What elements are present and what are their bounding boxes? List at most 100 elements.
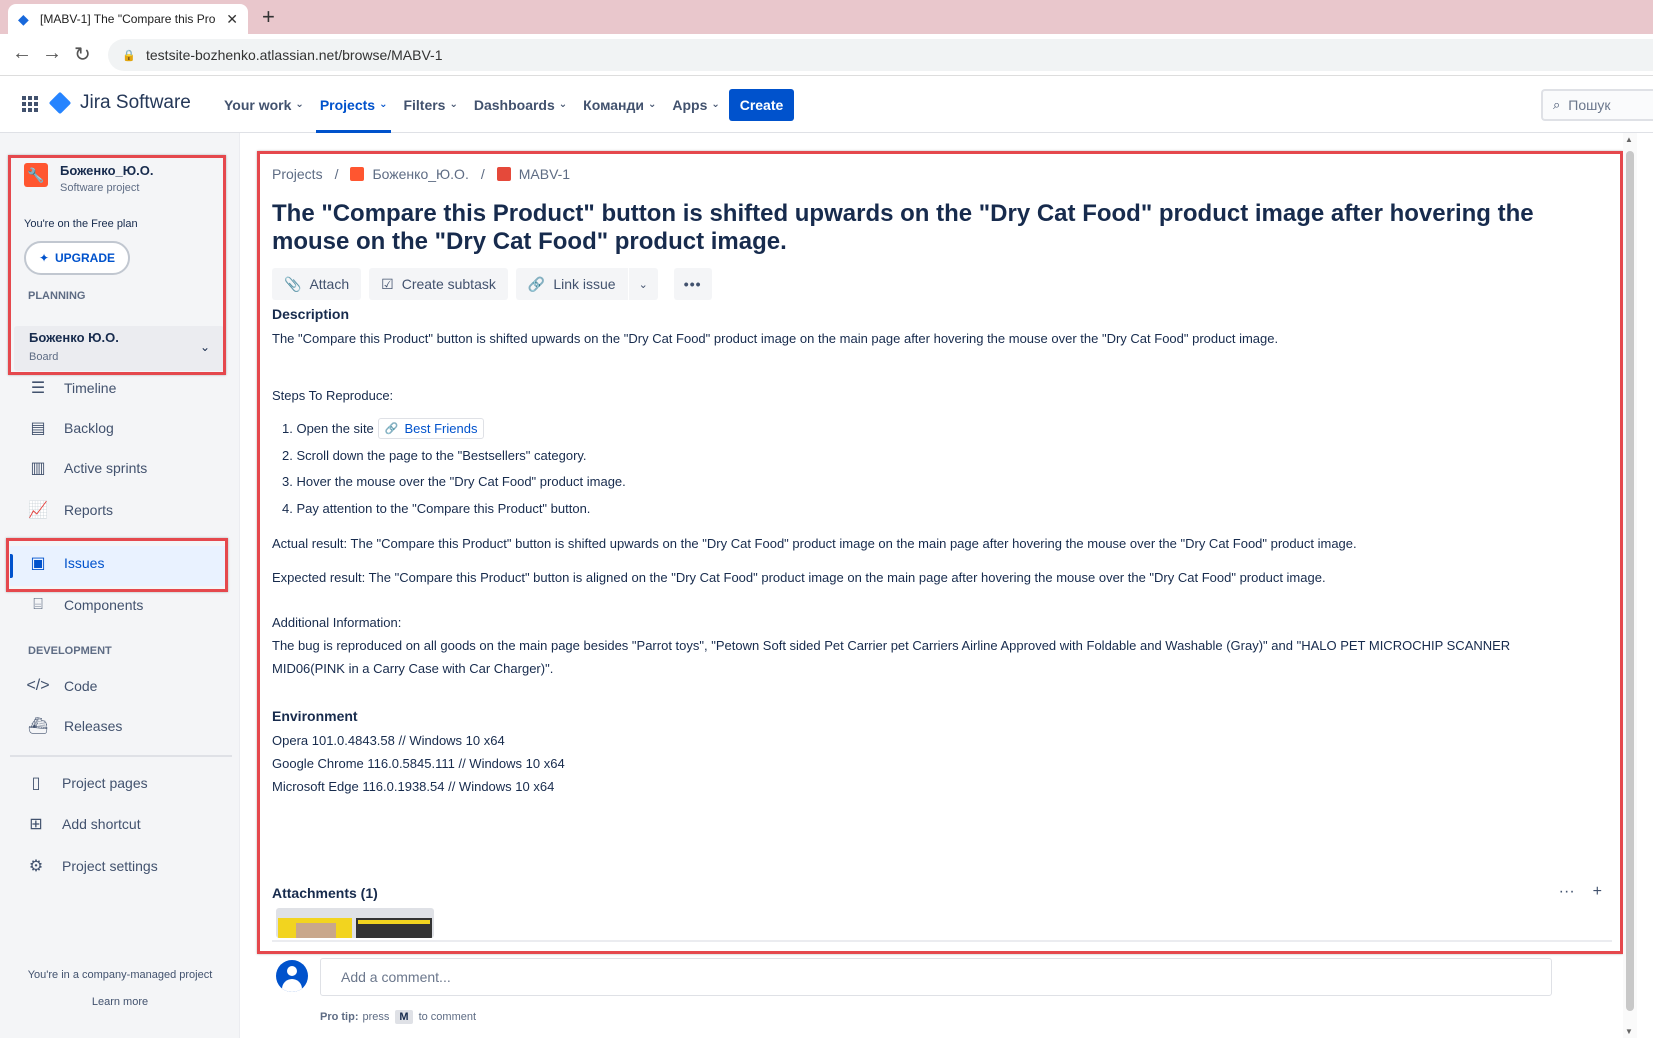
sidebar-item-timeline[interactable]: ☰ Timeline — [28, 378, 117, 398]
menu-filters[interactable]: Filters ⌄ — [395, 76, 465, 133]
sidebar-divider — [10, 755, 232, 757]
menu-dashboards[interactable]: Dashboards ⌄ — [466, 76, 575, 133]
company-managed-note: You're in a company-managed project — [27, 969, 213, 981]
issue-title[interactable]: The "Compare this Product" button is shi… — [272, 200, 1592, 256]
breadcrumb-separator: / — [334, 166, 339, 182]
search-icon: ⌕ — [1553, 97, 1561, 112]
forward-icon[interactable]: → — [42, 42, 62, 65]
issue-actions: 📎 Attach ☑ Create subtask 🔗 Link issue ⌄… — [272, 268, 720, 300]
scroll-up-icon[interactable]: ▲ — [1625, 135, 1633, 144]
thumbnail-strip — [358, 920, 430, 924]
sidebar-item-project-settings[interactable]: ⚙ Project settings — [26, 856, 158, 876]
environment-line-3: Microsoft Edge 116.0.1938.54 // Windows … — [272, 779, 555, 794]
sidebar-item-releases[interactable]: ⛴ Releases — [27, 716, 123, 736]
board-columns-icon: ▥ — [30, 460, 46, 477]
sidebar-item-active-sprints[interactable]: ▥ Active sprints — [28, 458, 147, 478]
pro-tip-label: Pro tip: — [320, 1011, 359, 1023]
back-icon[interactable]: ← — [12, 42, 32, 65]
step-1: 1. Open the site 🔗 Best Friends — [282, 418, 485, 439]
chevron-down-icon: ⌄ — [295, 99, 304, 110]
breadcrumb-project[interactable]: Боженко_Ю.О. — [372, 166, 468, 182]
timeline-icon: ☰ — [30, 380, 46, 397]
create-subtask-button[interactable]: ☑ Create subtask — [369, 268, 508, 300]
highlight-project-box — [8, 155, 226, 375]
menu-label: Projects — [319, 96, 376, 113]
menu-projects[interactable]: Projects ⌄ — [312, 76, 396, 133]
more-icon[interactable]: ··· — [1559, 883, 1575, 901]
link-issue-button[interactable]: 🔗 Link issue — [515, 268, 628, 300]
learn-more-link[interactable]: Learn more — [0, 996, 240, 1008]
additional-line-1: The bug is reproduced on all goods on th… — [272, 638, 1511, 653]
close-tab-icon[interactable]: ✕ — [226, 11, 238, 28]
scroll-down-icon[interactable]: ▼ — [1625, 1027, 1633, 1036]
step-2: 2. Scroll down the page to the "Bestsell… — [282, 448, 587, 463]
sidebar-item-label: Releases — [64, 718, 123, 734]
chevron-down-icon: ⌄ — [558, 99, 568, 110]
menu-your-work[interactable]: Your work ⌄ — [216, 76, 312, 133]
menu-label: Your work — [224, 96, 292, 113]
new-tab-icon[interactable]: + — [262, 4, 275, 30]
breadcrumb-separator: / — [480, 166, 485, 182]
link-icon: 🔗 — [527, 275, 546, 292]
chevron-down-icon: ⌄ — [638, 278, 648, 291]
breadcrumb-issue-key[interactable]: MABV-1 — [519, 166, 570, 182]
add-icon[interactable]: + — [1593, 883, 1602, 901]
attach-label: Attach — [309, 276, 350, 292]
pro-tip-suffix: to comment — [418, 1011, 477, 1023]
menu-label: Filters — [403, 96, 446, 113]
sidebar-item-components[interactable]: ⌸ Components — [28, 595, 143, 615]
link-text: Best Friends — [404, 421, 478, 436]
best-friends-link[interactable]: 🔗 Best Friends — [377, 418, 485, 439]
gear-icon: ⚙ — [28, 858, 44, 875]
subtask-icon: ☑ — [381, 275, 394, 292]
comment-placeholder: Add a comment... — [341, 969, 451, 985]
search-input[interactable]: ⌕ Пошук — [1541, 89, 1653, 121]
more-actions-button[interactable]: ••• — [673, 268, 712, 300]
link-issue-dropdown[interactable]: ⌄ — [627, 268, 658, 300]
sidebar-item-project-pages[interactable]: ▯ Project pages — [26, 773, 148, 793]
attach-button[interactable]: 📎 Attach — [272, 268, 362, 300]
expected-result: Expected result: The "Compare this Produ… — [272, 570, 1326, 585]
sidebar-item-reports[interactable]: 📈 Reports — [28, 500, 113, 520]
sidebar-item-add-shortcut[interactable]: ⊞ Add shortcut — [26, 814, 140, 834]
breadcrumb-projects[interactable]: Projects — [272, 166, 323, 182]
additional-heading: Additional Information: — [272, 615, 402, 630]
sidebar-item-label: Code — [64, 678, 98, 694]
pro-tip-press: press — [362, 1011, 390, 1023]
browser-tab[interactable]: ◆ [MABV-1] The "Compare this Pro ✕ — [8, 4, 248, 34]
pro-tip: Pro tip: press M to comment — [320, 1010, 476, 1024]
url-input[interactable]: 🔒 testsite-bozhenko.atlassian.net/browse… — [108, 39, 1653, 71]
backlog-icon: ▤ — [30, 420, 46, 437]
tab-title: [MABV-1] The "Compare this Pro — [40, 12, 216, 26]
comment-input[interactable]: Add a comment... — [320, 958, 1552, 996]
paperclip-icon: 📎 — [284, 275, 302, 292]
menu-apps[interactable]: Apps ⌄ — [664, 76, 727, 133]
reload-icon[interactable]: ↻ — [74, 42, 91, 67]
chevron-down-icon: ⌄ — [711, 99, 720, 110]
code-icon: </> — [26, 677, 50, 694]
step-3: 3. Hover the mouse over the "Dry Cat Foo… — [282, 474, 626, 489]
highlight-issues-box — [6, 538, 228, 592]
sidebar-item-label: Timeline — [64, 380, 117, 396]
more-icon: ••• — [683, 276, 702, 292]
component-icon: ⌸ — [33, 596, 43, 613]
menu-teams[interactable]: Команди ⌄ — [575, 76, 664, 133]
environment-heading: Environment — [272, 708, 358, 724]
logo-text: Jira Software — [80, 92, 191, 113]
sidebar-item-code[interactable]: </> Code — [26, 676, 98, 696]
ship-icon: ⛴ — [27, 718, 49, 735]
additional-line-2: MID06(PINK in a Carry Case with Car Char… — [272, 661, 554, 676]
environment-line-2: Google Chrome 116.0.5845.111 // Windows … — [272, 756, 565, 771]
chevron-down-icon: ⌄ — [449, 99, 458, 110]
page-scrollbar[interactable]: ▲ ▼ — [1623, 133, 1637, 1038]
attachment-thumbnail[interactable] — [276, 908, 434, 938]
sidebar-item-label: Reports — [64, 502, 114, 518]
jira-logo[interactable]: Jira Software — [48, 91, 191, 115]
app-switcher-icon[interactable] — [22, 96, 38, 112]
description-text: The "Compare this Product" button is shi… — [272, 331, 1279, 346]
scroll-thumb[interactable] — [1626, 151, 1634, 1011]
page-icon: ▯ — [31, 775, 41, 792]
sidebar-item-label: Backlog — [64, 420, 114, 436]
create-button[interactable]: Create — [729, 89, 794, 121]
sidebar-item-backlog[interactable]: ▤ Backlog — [28, 418, 114, 438]
